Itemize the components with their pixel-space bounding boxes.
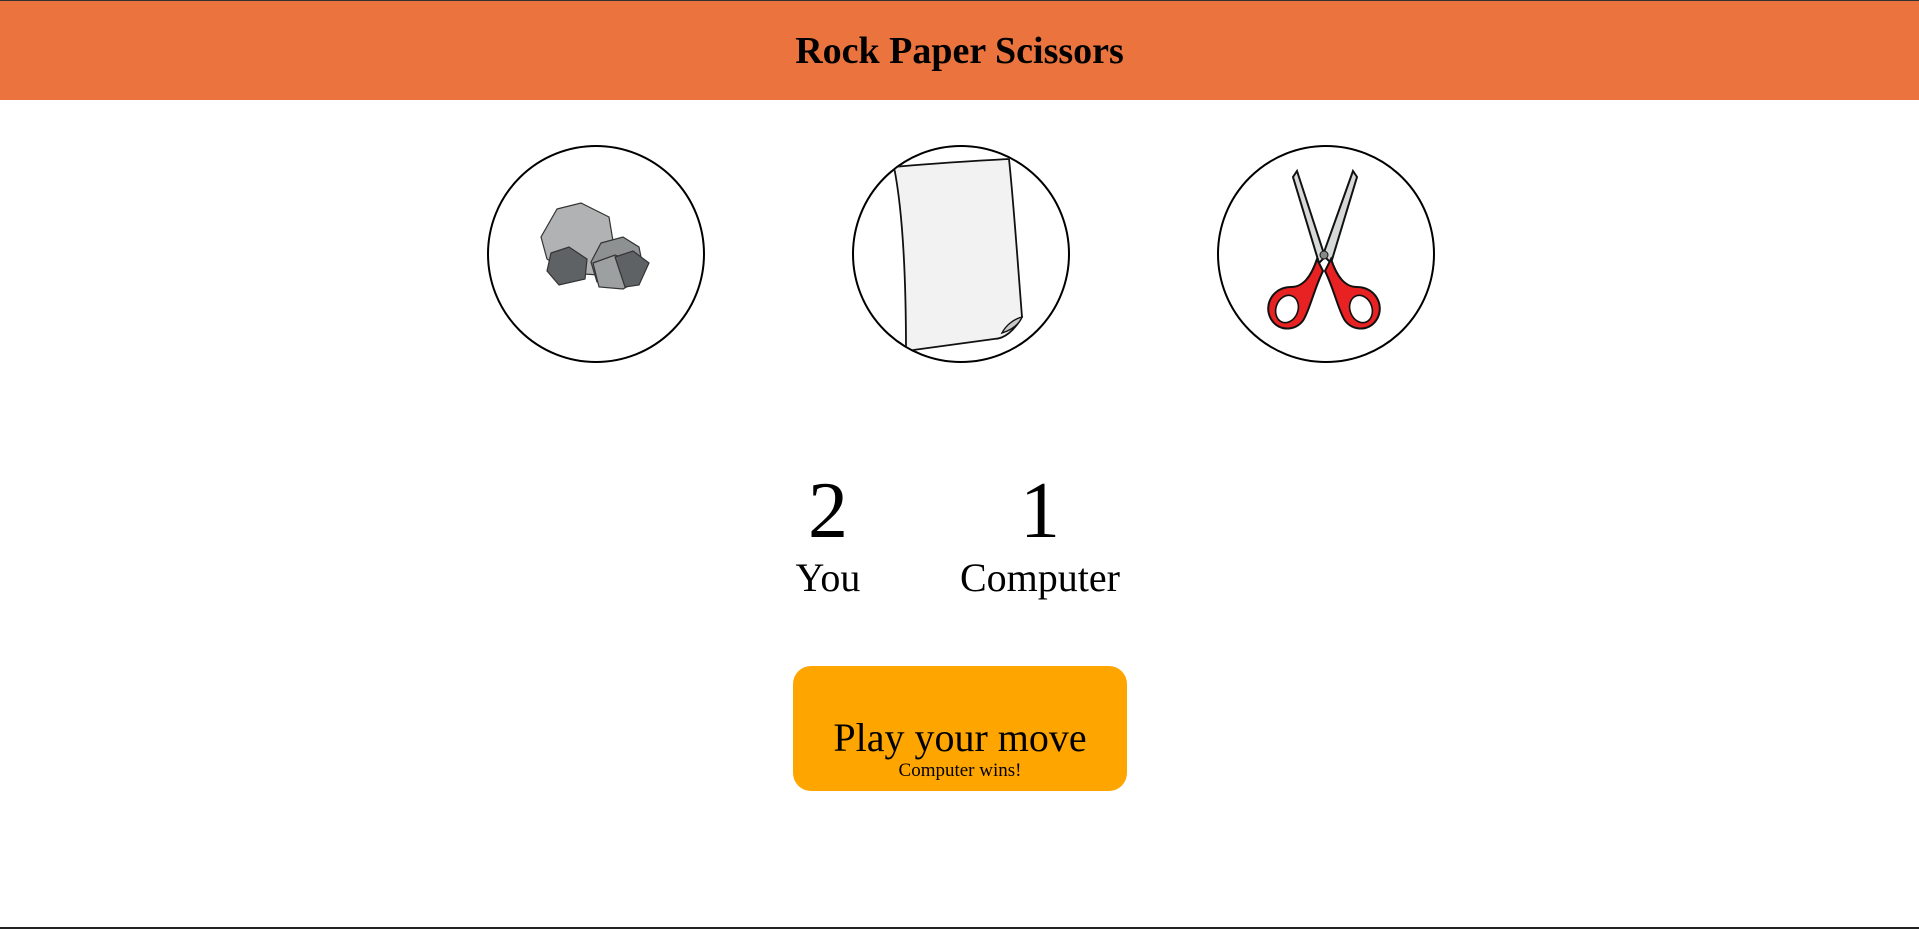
paper-icon bbox=[892, 158, 1024, 353]
player-score-label: You bbox=[795, 555, 861, 600]
play-move-label: Play your move bbox=[833, 714, 1087, 760]
choices-row bbox=[0, 145, 1919, 363]
play-move-button[interactable]: Play your move Computer wins! bbox=[793, 666, 1127, 791]
player-score-value: 2 bbox=[808, 467, 848, 555]
header-bar: Rock Paper Scissors bbox=[0, 1, 1919, 100]
scissors-choice-button[interactable] bbox=[1217, 145, 1435, 363]
page-title: Rock Paper Scissors bbox=[795, 29, 1124, 72]
scissors-icon bbox=[1267, 168, 1381, 330]
computer-score: 1 Computer bbox=[940, 471, 1140, 601]
game-page: Rock Paper Scissors 2 You 1 Computer Pla… bbox=[0, 0, 1919, 929]
computer-score-value: 1 bbox=[1020, 467, 1060, 555]
rock-choice-button[interactable] bbox=[487, 145, 705, 363]
result-text: Computer wins! bbox=[898, 759, 1022, 781]
computer-score-label: Computer bbox=[960, 555, 1120, 600]
rock-icon bbox=[540, 202, 650, 290]
paper-choice-button[interactable] bbox=[852, 145, 1070, 363]
player-score: 2 You bbox=[778, 471, 878, 601]
